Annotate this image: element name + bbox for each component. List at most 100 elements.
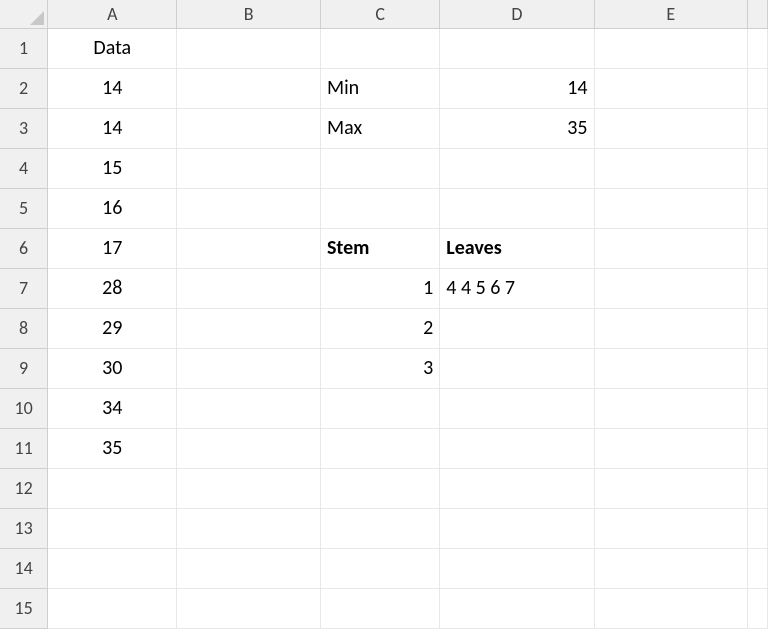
cell-E10[interactable]	[594, 388, 748, 428]
cell-B11[interactable]	[177, 428, 321, 468]
cell-D11[interactable]	[440, 428, 594, 468]
cell-C2[interactable]: Min	[320, 68, 439, 108]
cell-A10[interactable]: 34	[48, 388, 177, 428]
cell-C4[interactable]	[320, 148, 439, 188]
cell-A9[interactable]: 30	[48, 348, 177, 388]
cell-B14[interactable]	[177, 548, 321, 588]
row-header-15[interactable]: 15	[0, 588, 48, 628]
row-header-5[interactable]: 5	[0, 188, 48, 228]
cell-D3[interactable]: 35	[440, 108, 594, 148]
cell-B6[interactable]	[177, 228, 321, 268]
cell-E8[interactable]	[594, 308, 748, 348]
cell-A13[interactable]	[48, 508, 177, 548]
cell-C13[interactable]	[320, 508, 439, 548]
cell-B3[interactable]	[177, 108, 321, 148]
cell-B9[interactable]	[177, 348, 321, 388]
cell-D13[interactable]	[440, 508, 594, 548]
cell-D12[interactable]	[440, 468, 594, 508]
cell-C6[interactable]: Stem	[320, 228, 439, 268]
cell-D14[interactable]	[440, 548, 594, 588]
cell-C8[interactable]: 2	[320, 308, 439, 348]
cell-B12[interactable]	[177, 468, 321, 508]
cell-D7[interactable]: 4 4 5 6 7	[440, 268, 594, 308]
row-header-9[interactable]: 9	[0, 348, 48, 388]
cell-C5[interactable]	[320, 188, 439, 228]
cell-B7[interactable]	[177, 268, 321, 308]
row-header-10[interactable]: 10	[0, 388, 48, 428]
cell-A8[interactable]: 29	[48, 308, 177, 348]
spreadsheet-grid[interactable]: A B C D E 1Data214Min14314Max35415516617…	[0, 0, 768, 629]
cell-D1[interactable]	[440, 28, 594, 68]
cell-E2[interactable]	[594, 68, 748, 108]
cell-B1[interactable]	[177, 28, 321, 68]
cell-A14[interactable]	[48, 548, 177, 588]
cell-C1[interactable]	[320, 28, 439, 68]
cell-A5[interactable]: 16	[48, 188, 177, 228]
cell-overflow-8	[748, 308, 768, 348]
cell-A1[interactable]: Data	[48, 28, 177, 68]
cell-D8[interactable]	[440, 308, 594, 348]
cell-B15[interactable]	[177, 588, 321, 628]
cell-E15[interactable]	[594, 588, 748, 628]
row-header-11[interactable]: 11	[0, 428, 48, 468]
cell-E14[interactable]	[594, 548, 748, 588]
cell-D15[interactable]	[440, 588, 594, 628]
cell-B10[interactable]	[177, 388, 321, 428]
cell-B2[interactable]	[177, 68, 321, 108]
cell-A12[interactable]	[48, 468, 177, 508]
cell-C7[interactable]: 1	[320, 268, 439, 308]
cell-D4[interactable]	[440, 148, 594, 188]
cell-A7[interactable]: 28	[48, 268, 177, 308]
cell-B4[interactable]	[177, 148, 321, 188]
cell-A15[interactable]	[48, 588, 177, 628]
cell-E11[interactable]	[594, 428, 748, 468]
cell-A2[interactable]: 14	[48, 68, 177, 108]
cell-C3[interactable]: Max	[320, 108, 439, 148]
cell-B13[interactable]	[177, 508, 321, 548]
cell-E7[interactable]	[594, 268, 748, 308]
cell-E9[interactable]	[594, 348, 748, 388]
cell-overflow-14	[748, 548, 768, 588]
cell-C10[interactable]	[320, 388, 439, 428]
row-header-13[interactable]: 13	[0, 508, 48, 548]
cell-A6[interactable]: 17	[48, 228, 177, 268]
row-header-3[interactable]: 3	[0, 108, 48, 148]
col-header-E[interactable]: E	[594, 0, 748, 28]
cell-C9[interactable]: 3	[320, 348, 439, 388]
cell-overflow-15	[748, 588, 768, 628]
cell-E6[interactable]	[594, 228, 748, 268]
cell-A4[interactable]: 15	[48, 148, 177, 188]
col-header-C[interactable]: C	[320, 0, 439, 28]
row-header-4[interactable]: 4	[0, 148, 48, 188]
cell-E3[interactable]	[594, 108, 748, 148]
cell-E12[interactable]	[594, 468, 748, 508]
cell-C11[interactable]	[320, 428, 439, 468]
row-header-1[interactable]: 1	[0, 28, 48, 68]
cell-D6[interactable]: Leaves	[440, 228, 594, 268]
cell-E4[interactable]	[594, 148, 748, 188]
cell-D10[interactable]	[440, 388, 594, 428]
cell-D9[interactable]	[440, 348, 594, 388]
cell-B5[interactable]	[177, 188, 321, 228]
cell-E1[interactable]	[594, 28, 748, 68]
col-header-A[interactable]: A	[48, 0, 177, 28]
col-header-D[interactable]: D	[440, 0, 594, 28]
cell-B8[interactable]	[177, 308, 321, 348]
cell-C12[interactable]	[320, 468, 439, 508]
cell-E13[interactable]	[594, 508, 748, 548]
select-all-corner[interactable]	[0, 0, 48, 28]
row-header-7[interactable]: 7	[0, 268, 48, 308]
cell-C15[interactable]	[320, 588, 439, 628]
row-header-6[interactable]: 6	[0, 228, 48, 268]
row-header-12[interactable]: 12	[0, 468, 48, 508]
cell-A3[interactable]: 14	[48, 108, 177, 148]
cell-C14[interactable]	[320, 548, 439, 588]
row-header-8[interactable]: 8	[0, 308, 48, 348]
row-header-2[interactable]: 2	[0, 68, 48, 108]
cell-D2[interactable]: 14	[440, 68, 594, 108]
cell-E5[interactable]	[594, 188, 748, 228]
row-header-14[interactable]: 14	[0, 548, 48, 588]
cell-D5[interactable]	[440, 188, 594, 228]
cell-A11[interactable]: 35	[48, 428, 177, 468]
col-header-B[interactable]: B	[177, 0, 321, 28]
